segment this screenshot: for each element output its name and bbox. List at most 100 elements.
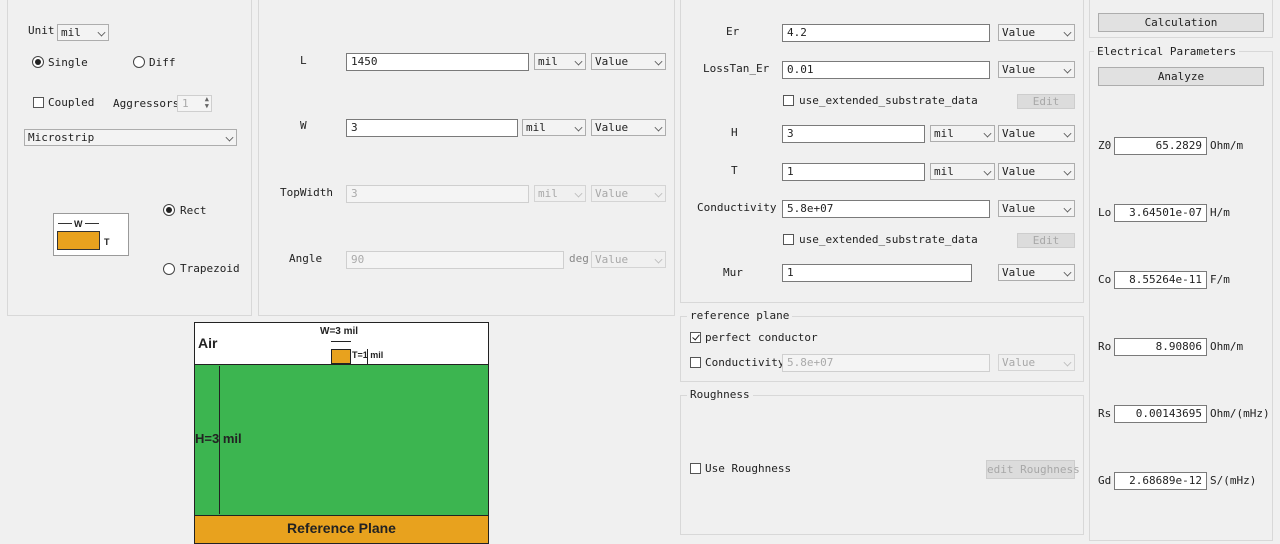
angle-input[interactable]: 90 [346, 251, 564, 269]
edit-roughness-button[interactable]: edit Roughness [986, 460, 1080, 479]
w-input[interactable]: 3 [346, 119, 518, 137]
angle-label: Angle [289, 252, 323, 265]
conductivity-input[interactable]: 5.8e+07 [782, 200, 990, 218]
ref-conductivity-input[interactable]: 5.8e+07 [782, 354, 990, 372]
single-radio[interactable] [32, 56, 44, 68]
w-unit-value: mil [526, 121, 546, 134]
extended-substrate-label-1: use_extended_substrate_data [799, 94, 978, 107]
mur-label: Mur [723, 266, 743, 279]
t-input[interactable]: 1 [782, 163, 925, 181]
w-unit-select[interactable]: mil [522, 119, 586, 136]
coupled-label: Coupled [48, 96, 95, 109]
use-roughness-checkbox[interactable] [690, 463, 701, 474]
ref-conductivity-checkbox[interactable] [690, 357, 701, 368]
chevron-down-icon [1063, 28, 1072, 37]
rs-value: 0.00143695 [1114, 405, 1207, 423]
structure-select-value: Microstrip [28, 131, 95, 144]
er-mode-value: Value [1002, 26, 1036, 39]
mur-mode-select[interactable]: Value [998, 264, 1075, 281]
unit-label: Unit [28, 24, 55, 37]
co-value: 8.55264e-11 [1114, 271, 1207, 289]
cross-section-diagram: Air Reference Plane W=3 mil T=1 mil H=3 … [194, 322, 489, 544]
chevron-down-icon [983, 129, 992, 138]
er-mode-select[interactable]: Value [998, 24, 1075, 41]
chevron-down-icon [654, 57, 663, 66]
losstan-input[interactable]: 0.01 [782, 61, 990, 79]
edit-button-2[interactable]: Edit [1017, 233, 1075, 248]
chevron-down-icon [1063, 268, 1072, 277]
topwidth-unit-select[interactable]: mil [534, 185, 586, 202]
chevron-down-icon [1063, 129, 1072, 138]
h-unit-value: mil [934, 127, 954, 140]
h-unit-select[interactable]: mil [930, 125, 995, 142]
aggressors-label: Aggressors [113, 97, 180, 110]
ref-conductivity-mode-select[interactable]: Value [998, 354, 1075, 371]
angle-unit-label: deg [569, 252, 589, 265]
roughness-title: Roughness [687, 389, 753, 401]
icon-t-label: T [104, 237, 110, 247]
aggressors-spinbox[interactable]: 1 ▲ ▼ [177, 95, 212, 112]
electrical-parameters-title: Electrical Parameters [1094, 46, 1240, 58]
conductivity-mode-select[interactable]: Value [998, 200, 1075, 217]
unit-select[interactable]: mil [57, 24, 109, 41]
trapezoid-radio[interactable] [163, 263, 175, 275]
roughness-group: Roughness Use Roughness edit Roughness [680, 389, 1084, 535]
topwidth-mode-select[interactable]: Value [591, 185, 666, 202]
losstan-mode-select[interactable]: Value [998, 61, 1075, 78]
topwidth-input[interactable]: 3 [346, 185, 529, 203]
lo-label: Lo [1098, 206, 1112, 219]
l-mode-select[interactable]: Value [591, 53, 666, 70]
rect-shape-icon: W T [53, 213, 129, 256]
calculation-group: Calculation [1089, 0, 1273, 38]
diff-radio[interactable] [133, 56, 145, 68]
ro-unit: Ohm/m [1210, 340, 1244, 353]
rect-radio[interactable] [163, 204, 175, 216]
chevron-down-icon [654, 189, 663, 198]
perfect-conductor-checkbox[interactable] [690, 332, 701, 343]
structure-select[interactable]: Microstrip [24, 129, 237, 146]
diff-label: Diff [149, 56, 176, 69]
ref-conductivity-label: Conductivity [705, 356, 785, 369]
perfect-conductor-label: perfect conductor [705, 331, 818, 344]
t-unit-select[interactable]: mil [930, 163, 995, 180]
l-input[interactable]: 1450 [346, 53, 529, 71]
t-mode-value: Value [1002, 165, 1036, 178]
gd-value: 2.68689e-12 [1114, 472, 1207, 490]
er-input[interactable]: 4.2 [782, 24, 990, 42]
h-input[interactable]: 3 [782, 125, 925, 143]
t-label: T [731, 164, 738, 177]
coupled-checkbox[interactable] [33, 97, 44, 108]
chevron-down-icon [574, 189, 583, 198]
calculation-button[interactable]: Calculation [1098, 13, 1264, 32]
extended-substrate-checkbox-2[interactable] [783, 234, 794, 245]
l-label: L [300, 54, 307, 67]
icon-w-label: W [74, 219, 83, 229]
angle-mode-select[interactable]: Value [591, 251, 666, 268]
single-label: Single [48, 56, 88, 69]
reference-plane-group: reference plane perfect conductor Conduc… [680, 310, 1084, 382]
chevron-down-icon [1063, 65, 1072, 74]
trace-conductor [331, 349, 351, 364]
extended-substrate-checkbox-1[interactable] [783, 95, 794, 106]
lo-unit: H/m [1210, 206, 1230, 219]
t-mode-select[interactable]: Value [998, 163, 1075, 180]
l-unit-select[interactable]: mil [534, 53, 586, 70]
losstan-mode-value: Value [1002, 63, 1036, 76]
h-label: H [731, 126, 738, 139]
mur-input[interactable]: 1 [782, 264, 972, 282]
analyze-button[interactable]: Analyze [1098, 67, 1264, 86]
physical-parameters-group: L 1450 mil Value W 3 mil Value TopWidth … [258, 0, 675, 316]
er-label: Er [726, 25, 740, 38]
edit-button-1[interactable]: Edit [1017, 94, 1075, 109]
w-mode-select[interactable]: Value [591, 119, 666, 136]
chevron-down-icon [1063, 167, 1072, 176]
layout-group: Unit mil Single Diff Coupled Aggressors … [7, 0, 252, 316]
w-label: W [300, 119, 307, 132]
topwidth-unit-value: mil [538, 187, 558, 200]
chevron-down-icon [654, 123, 663, 132]
h-mode-select[interactable]: Value [998, 125, 1075, 142]
chevron-down-icon [574, 57, 583, 66]
l-mode-value: Value [595, 55, 629, 68]
co-unit: F/m [1210, 273, 1230, 286]
l-unit-value: mil [538, 55, 558, 68]
